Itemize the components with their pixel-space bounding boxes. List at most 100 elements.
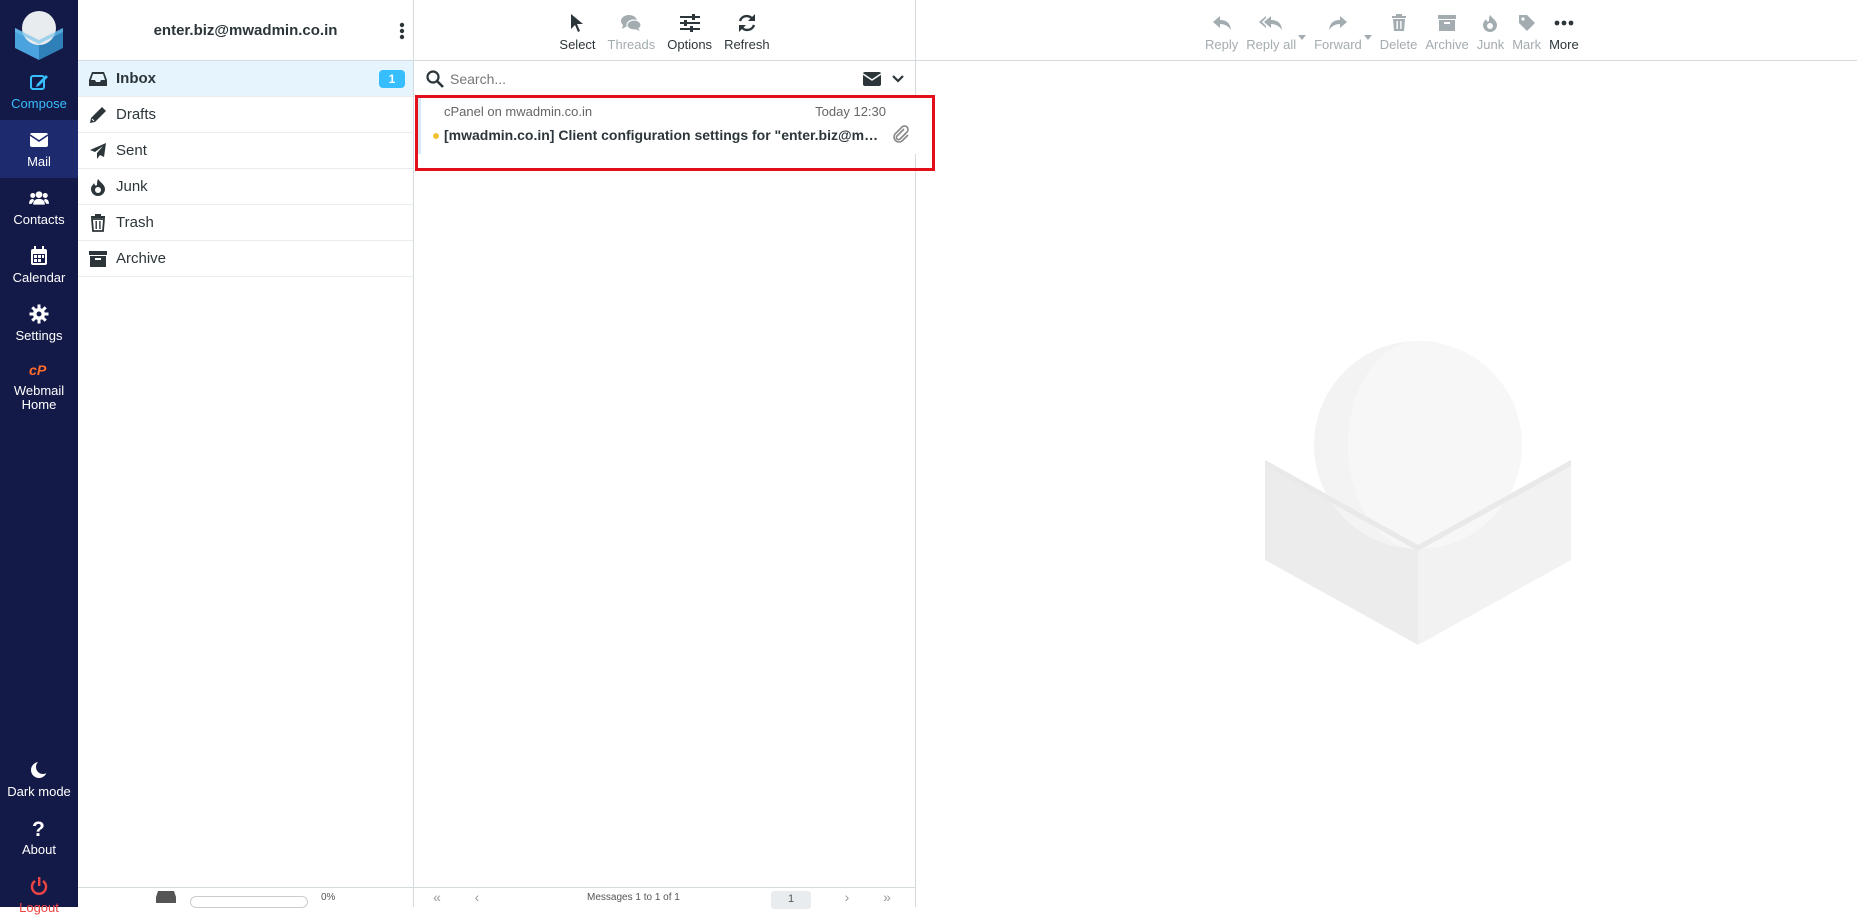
- fire-icon: [1477, 10, 1503, 36]
- refresh-icon: [734, 10, 760, 36]
- refresh-label: Refresh: [724, 37, 770, 52]
- preview-panel: Reply Reply all Forward Delete Archive J…: [916, 0, 1857, 907]
- nav-compose[interactable]: Compose: [0, 62, 78, 120]
- fire-icon: [88, 177, 108, 197]
- reply-all-dropdown-icon[interactable]: [1298, 35, 1307, 40]
- select-button[interactable]: Select: [559, 8, 596, 52]
- quota-text: 0%: [321, 892, 336, 903]
- tag-icon: [1514, 10, 1540, 36]
- paper-plane-icon: [88, 141, 108, 161]
- reply-all-button[interactable]: Reply all: [1246, 8, 1307, 52]
- message-row[interactable]: cPanel on mwadmin.co.in Today 12:30 [mwa…: [415, 95, 935, 171]
- next-page-icon[interactable]: ›: [838, 890, 856, 904]
- app-navigation: Compose Mail Contacts Calendar Settings …: [0, 0, 78, 915]
- nav-logout[interactable]: Logout: [0, 866, 78, 924]
- reply-button[interactable]: Reply: [1205, 8, 1238, 52]
- forward-button[interactable]: Forward: [1314, 8, 1372, 52]
- options-button[interactable]: Options: [667, 8, 712, 52]
- reply-label: Reply: [1205, 37, 1239, 52]
- nav-logout-label: Logout: [19, 899, 59, 915]
- last-page-icon[interactable]: »: [878, 890, 896, 904]
- trash-icon: [88, 213, 108, 233]
- folder-archive[interactable]: Archive: [78, 241, 413, 277]
- junk-label: Junk: [1476, 37, 1505, 52]
- folder-trash[interactable]: Trash: [78, 205, 413, 241]
- more-dots-icon: [1551, 10, 1577, 36]
- archive-button[interactable]: Archive: [1425, 8, 1469, 52]
- cpanel-icon: cP: [29, 360, 49, 380]
- folder-sent[interactable]: Sent: [78, 133, 413, 169]
- mark-button[interactable]: Mark: [1512, 8, 1541, 52]
- unread-count-badge: 1: [379, 70, 405, 88]
- folder-junk[interactable]: Junk: [78, 169, 413, 205]
- first-page-icon[interactable]: «: [428, 890, 446, 904]
- folder-inbox[interactable]: Inbox 1: [78, 61, 413, 97]
- nav-webmail-label: Webmail Home: [13, 383, 65, 412]
- search-bar: [414, 61, 915, 97]
- folder-drafts[interactable]: Drafts: [78, 97, 413, 133]
- message-row-body[interactable]: cPanel on mwadmin.co.in Today 12:30 [mwa…: [418, 98, 924, 154]
- search-icon[interactable]: [426, 70, 444, 88]
- trash-icon: [1386, 10, 1412, 36]
- archive-icon: [88, 249, 108, 269]
- nav-contacts[interactable]: Contacts: [0, 178, 78, 236]
- archive-label: Archive: [1425, 37, 1469, 52]
- roundcube-logo[interactable]: [11, 6, 67, 62]
- nav-mail-label: Mail: [27, 153, 51, 169]
- kebab-menu-icon[interactable]: [399, 22, 405, 40]
- folder-header: enter.biz@mwadmin.co.in: [78, 0, 413, 61]
- account-name: enter.biz@mwadmin.co.in: [153, 21, 338, 39]
- folder-label: Archive: [116, 250, 167, 267]
- nav-settings[interactable]: Settings: [0, 294, 78, 352]
- message-from: cPanel on mwadmin.co.in: [444, 104, 593, 119]
- forward-dropdown-icon[interactable]: [1363, 35, 1372, 40]
- power-icon: [29, 876, 49, 896]
- sliders-icon: [677, 10, 703, 36]
- envelope-filter-icon[interactable]: [863, 71, 881, 87]
- nav-mail[interactable]: Mail: [0, 120, 78, 178]
- previous-page-icon[interactable]: ‹: [468, 890, 486, 904]
- envelope-icon: [29, 130, 49, 150]
- roundcube-watermark-logo: [1265, 340, 1571, 645]
- pencil-icon: [88, 105, 108, 125]
- mark-label: Mark: [1512, 37, 1542, 52]
- compose-icon: [29, 72, 49, 92]
- comments-icon: [618, 10, 644, 36]
- nav-compose-label: Compose: [11, 95, 67, 111]
- inbox-icon: [88, 69, 108, 89]
- unread-dot-icon[interactable]: [433, 133, 439, 139]
- junk-button[interactable]: Junk: [1477, 8, 1504, 52]
- page-number[interactable]: 1: [771, 891, 811, 909]
- forward-icon: [1325, 10, 1351, 36]
- nav-calendar[interactable]: Calendar: [0, 236, 78, 294]
- nav-about-label: About: [22, 841, 56, 857]
- list-toolbar: Select Threads Options Refresh: [414, 0, 915, 61]
- nav-calendar-label: Calendar: [12, 269, 66, 285]
- chevron-down-icon[interactable]: [892, 73, 904, 85]
- folder-panel: enter.biz@mwadmin.co.in Inbox 1 Drafts S…: [78, 0, 414, 908]
- search-input[interactable]: [450, 68, 750, 90]
- delete-label: Delete: [1379, 37, 1418, 52]
- message-toolbar: Reply Reply all Forward Delete Archive J…: [916, 0, 1857, 61]
- svg-text:cP: cP: [29, 363, 47, 379]
- more-button[interactable]: More: [1549, 8, 1579, 52]
- nav-about[interactable]: ? About: [0, 808, 78, 866]
- nav-settings-label: Settings: [15, 327, 63, 343]
- gear-icon: [29, 304, 49, 324]
- reply-all-label: Reply all: [1246, 37, 1297, 52]
- delete-button[interactable]: Delete: [1379, 8, 1418, 52]
- svg-text:?: ?: [32, 818, 45, 838]
- refresh-button[interactable]: Refresh: [724, 8, 770, 52]
- message-subject: [mwadmin.co.in] Client configuration set…: [444, 127, 884, 143]
- message-list-panel: Select Threads Options Refresh Search...…: [414, 0, 935, 909]
- folder-label: Junk: [116, 178, 148, 195]
- nav-dark-mode[interactable]: Dark mode: [0, 750, 78, 808]
- reply-all-icon: [1258, 10, 1284, 36]
- archive-icon: [1434, 10, 1460, 36]
- cursor-icon: [564, 10, 590, 36]
- quota-bar: [190, 896, 308, 908]
- nav-contacts-label: Contacts: [13, 211, 65, 227]
- forward-label: Forward: [1314, 37, 1362, 52]
- threads-button[interactable]: Threads: [608, 8, 655, 52]
- nav-webmail-home[interactable]: cP Webmail Home: [0, 356, 78, 416]
